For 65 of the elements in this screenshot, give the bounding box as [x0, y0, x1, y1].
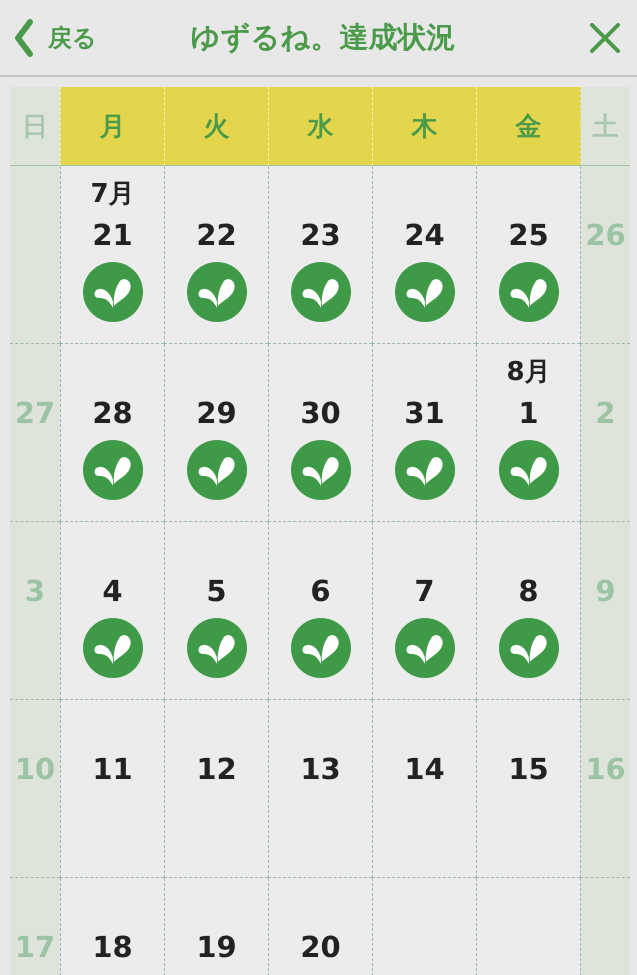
calendar-cell[interactable]: 28: [60, 344, 164, 522]
date-number: 27: [14, 395, 56, 432]
date-number: 30: [300, 395, 341, 432]
calendar-cell[interactable]: 13: [268, 700, 372, 878]
weekday-header: 月: [60, 87, 164, 166]
calendar-cell[interactable]: 15: [476, 700, 580, 878]
calendar-cell[interactable]: 18: [60, 878, 164, 975]
calendar-cell[interactable]: 8月 1: [476, 344, 580, 522]
date-number: 4: [102, 573, 123, 610]
calendar-cell[interactable]: 14: [372, 700, 476, 878]
calendar-cell[interactable]: 25: [476, 166, 580, 344]
page-title: ゆずるね。達成状況: [190, 18, 456, 56]
calendar-cell[interactable]: 5: [164, 522, 268, 700]
date-number: 31: [404, 395, 445, 432]
date-number: 7: [414, 573, 435, 610]
close-button[interactable]: [589, 22, 621, 54]
calendar-cell[interactable]: [10, 166, 60, 344]
date-number: 28: [92, 395, 133, 432]
date-number: 25: [508, 217, 549, 254]
date-number: 24: [404, 217, 445, 254]
month-label: 8月: [506, 356, 551, 389]
calendar-cell[interactable]: 6: [268, 522, 372, 700]
month-label: 7月: [90, 178, 135, 211]
date-number: 2: [595, 395, 616, 432]
calendar-cell[interactable]: 23: [268, 166, 372, 344]
date-number: 3: [24, 573, 46, 610]
date-number: 8: [518, 573, 539, 610]
date-number: 6: [310, 573, 331, 610]
calendar-cell[interactable]: 4: [60, 522, 164, 700]
weekday-header: 水: [268, 87, 372, 166]
calendar-cell[interactable]: 20: [268, 878, 372, 975]
date-number: 15: [508, 751, 549, 788]
weekday-header: 火: [164, 87, 268, 166]
date-number: 20: [300, 929, 341, 966]
date-number: 16: [585, 751, 626, 788]
date-number: 12: [196, 751, 237, 788]
date-number: 11: [92, 751, 133, 788]
date-number: 26: [585, 217, 626, 254]
weekday-header: 金: [476, 87, 580, 166]
calendar-cell[interactable]: 22: [164, 166, 268, 344]
date-number: 17: [14, 929, 56, 966]
date-number: 10: [14, 751, 56, 788]
calendar-cell[interactable]: 30: [268, 344, 372, 522]
calendar-cell[interactable]: 29: [164, 344, 268, 522]
date-number: 29: [196, 395, 237, 432]
calendar-cell[interactable]: 19: [164, 878, 268, 975]
calendar-cell[interactable]: 7: [372, 522, 476, 700]
date-number: 23: [300, 217, 341, 254]
weekday-header: 木: [372, 87, 476, 166]
date-number: 9: [595, 573, 616, 610]
calendar-cell[interactable]: 31: [372, 344, 476, 522]
calendar-cell[interactable]: 24: [372, 166, 476, 344]
calendar-cell[interactable]: 7月 21: [60, 166, 164, 344]
date-number: 5: [206, 573, 227, 610]
calendar-cell[interactable]: 8: [476, 522, 580, 700]
date-number: 13: [300, 751, 341, 788]
calendar-cell[interactable]: 11: [60, 700, 164, 878]
date-number: 21: [92, 217, 133, 254]
date-number: 18: [92, 929, 133, 966]
date-number: 19: [196, 929, 237, 966]
calendar-cell[interactable]: 12: [164, 700, 268, 878]
date-number: 14: [404, 751, 445, 788]
date-number: 1: [518, 395, 539, 432]
chevron-left-icon: [14, 18, 34, 58]
date-number: 22: [196, 217, 237, 254]
